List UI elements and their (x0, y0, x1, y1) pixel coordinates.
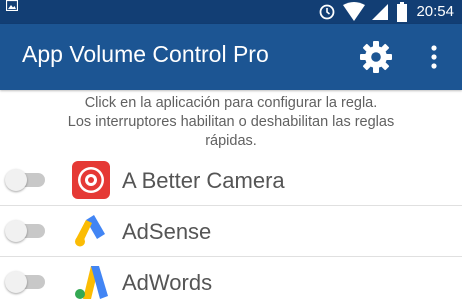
status-bar: 20:54 (0, 0, 462, 24)
app-title: App Volume Control Pro (22, 41, 269, 67)
signal-icon (372, 4, 389, 20)
app-row-a-better-camera[interactable]: A Better Camera (0, 155, 462, 206)
toggle-thumb (5, 169, 27, 191)
quick-rule-toggle[interactable] (3, 271, 47, 293)
app-name: A Better Camera (122, 168, 285, 193)
battery-icon (397, 2, 408, 22)
toggle-thumb (5, 220, 27, 242)
image-icon (6, 0, 18, 11)
settings-button[interactable] (358, 39, 394, 75)
status-time: 20:54 (416, 3, 454, 20)
app-name: AdWords (122, 270, 213, 295)
toggle-thumb (5, 271, 27, 293)
gear-icon (360, 41, 392, 73)
alarm-icon (320, 4, 335, 20)
quick-rule-toggle[interactable] (3, 220, 47, 242)
instructions-text: Click en la aplicación para configurar l… (0, 94, 462, 151)
adsense-app-icon (72, 212, 110, 250)
app-row-adsense[interactable]: AdSense (0, 206, 462, 257)
app-bar: App Volume Control Pro (0, 24, 462, 90)
wifi-icon (343, 2, 366, 21)
instructions-line-3: rápidas. (205, 133, 257, 149)
camera-app-icon (72, 161, 110, 199)
overflow-menu-button[interactable] (424, 40, 444, 74)
instructions-line-1: Click en la aplicación para configurar l… (84, 95, 378, 111)
status-icons: 20:54 (318, 0, 462, 24)
app-name: AdSense (122, 219, 212, 244)
app-row-adwords[interactable]: AdWords (0, 257, 462, 308)
quick-rule-toggle[interactable] (3, 169, 47, 191)
more-vert-icon (431, 45, 437, 69)
adwords-app-icon (72, 263, 110, 301)
instructions-line-2: Los interruptores habilitan o deshabilit… (67, 114, 395, 130)
